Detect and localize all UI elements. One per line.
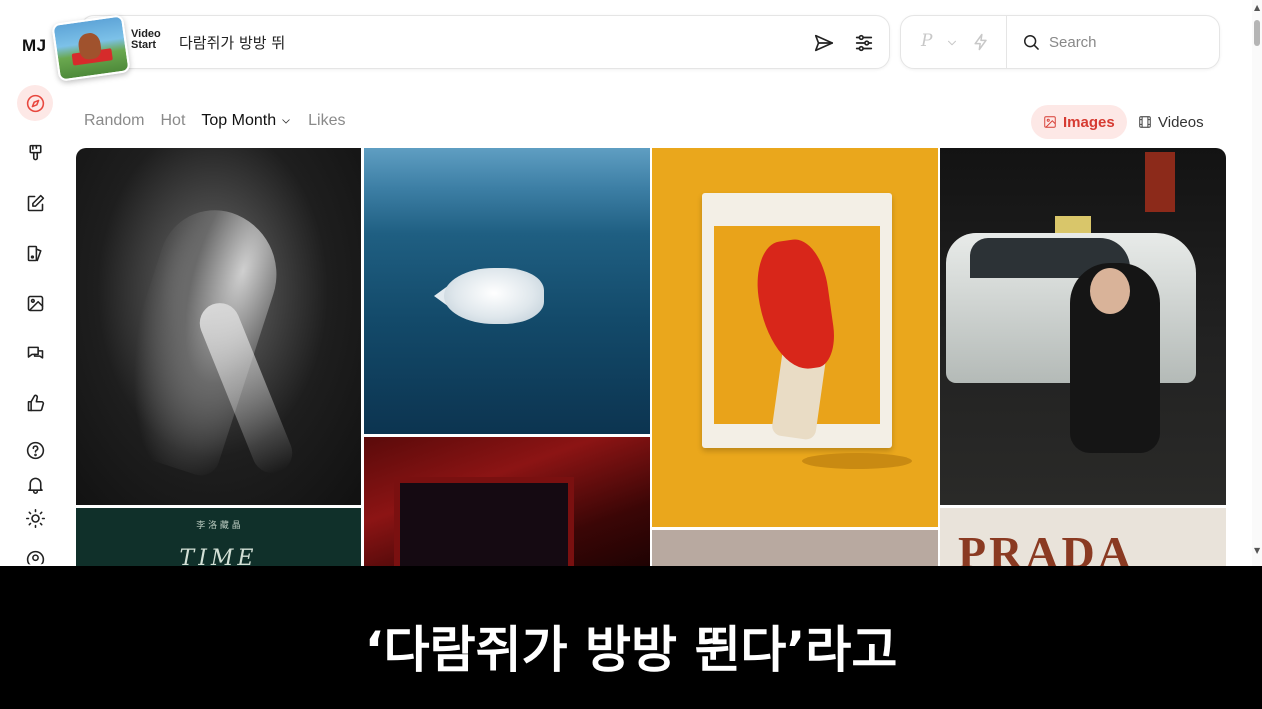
thumbs-up-icon bbox=[27, 394, 44, 411]
sidebar-item-likes[interactable] bbox=[17, 385, 53, 421]
model-dropdown[interactable] bbox=[945, 35, 959, 49]
sidebar-item-notifications[interactable] bbox=[17, 466, 53, 502]
submit-button[interactable] bbox=[811, 30, 837, 56]
images-toggle[interactable]: Images bbox=[1031, 105, 1127, 139]
chevron-down-icon bbox=[282, 119, 290, 124]
profile-icon bbox=[26, 550, 44, 565]
tab-top-month[interactable]: Top Month bbox=[201, 112, 292, 130]
compass-icon bbox=[26, 94, 44, 112]
palette-icon bbox=[27, 245, 42, 261]
gallery-tile-red-hood-walker[interactable] bbox=[652, 148, 938, 527]
search-input[interactable] bbox=[1049, 30, 1209, 54]
red-room-window bbox=[394, 477, 574, 566]
tab-likes-label: Likes bbox=[308, 112, 346, 129]
scrollbar-track[interactable] bbox=[1252, 0, 1262, 566]
gallery-tile-plastic-fish[interactable] bbox=[364, 148, 650, 434]
chevron-down-icon bbox=[947, 40, 957, 46]
search-group: P bbox=[900, 15, 1220, 69]
tab-hot[interactable]: Hot bbox=[160, 112, 185, 130]
video-start-label[interactable]: Video Start bbox=[131, 29, 161, 51]
send-icon bbox=[814, 34, 834, 52]
gallery-tile-partial[interactable] bbox=[652, 530, 938, 566]
prompt-input[interactable]: 다람쥐가 방방 뛰 bbox=[179, 32, 285, 53]
search-divider bbox=[1006, 16, 1007, 68]
sidebar-item-edit[interactable] bbox=[17, 185, 53, 221]
time-poster-title: TIME bbox=[179, 546, 258, 566]
tab-top-month-label: Top Month bbox=[201, 112, 277, 129]
chat-icon bbox=[27, 346, 43, 359]
fish-body bbox=[444, 268, 544, 324]
videos-toggle[interactable]: Videos bbox=[1126, 105, 1216, 139]
sidebar-item-help[interactable] bbox=[17, 432, 53, 468]
prada-text: PRADA bbox=[958, 527, 1134, 566]
gallery-tile-night-car[interactable] bbox=[940, 148, 1226, 505]
app-logo[interactable]: MJ bbox=[22, 36, 47, 56]
images-toggle-label: Images bbox=[1063, 113, 1115, 131]
edit-icon bbox=[27, 194, 44, 211]
search-icon-wrap bbox=[1021, 32, 1041, 52]
video-start-line2: Start bbox=[131, 39, 157, 51]
feed-filter-tabs: Random Hot Top Month Likes bbox=[84, 112, 361, 130]
lightning-icon bbox=[974, 33, 987, 51]
scroll-up-arrow[interactable]: ▲ bbox=[1254, 3, 1260, 12]
tab-random[interactable]: Random bbox=[84, 112, 144, 130]
sidebar-item-organize[interactable] bbox=[17, 285, 53, 321]
time-poster-small-text: 李 洛 藏 晶 bbox=[196, 521, 241, 531]
model-selector[interactable]: P bbox=[921, 31, 932, 51]
gallery-tile-prada[interactable]: PRADA bbox=[940, 508, 1226, 566]
scroll-down-arrow[interactable]: ▼ bbox=[1254, 546, 1260, 555]
image-icon bbox=[1044, 116, 1056, 128]
image-gallery: 李 洛 藏 晶 TIME PRADA bbox=[76, 148, 1226, 566]
image-icon bbox=[27, 295, 43, 311]
search-icon bbox=[1024, 35, 1039, 50]
sidebar-item-create[interactable] bbox=[17, 135, 53, 171]
settings-button[interactable] bbox=[851, 30, 877, 56]
sidebar-item-theme[interactable] bbox=[17, 500, 53, 536]
tab-random-label: Random bbox=[84, 112, 145, 129]
walker-shadow bbox=[802, 453, 912, 469]
prompt-bar: Video Start 다람쥐가 방방 뛰 bbox=[51, 14, 890, 82]
video-start-thumbnail[interactable] bbox=[51, 14, 131, 82]
help-icon bbox=[26, 441, 44, 459]
scrollbar-thumb[interactable] bbox=[1254, 20, 1260, 46]
bell-icon bbox=[27, 477, 43, 494]
sun-icon bbox=[25, 508, 45, 528]
tab-likes[interactable]: Likes bbox=[308, 112, 345, 130]
videos-toggle-label: Videos bbox=[1158, 113, 1204, 131]
sidebar-item-profile[interactable] bbox=[17, 543, 53, 565]
gallery-tile-red-room[interactable] bbox=[364, 437, 650, 566]
video-subtitle: ‘다람쥐가 방방 뛴다’라고 bbox=[364, 621, 898, 679]
tab-hot-label: Hot bbox=[160, 112, 186, 129]
sliders-icon bbox=[855, 34, 873, 52]
gallery-tile-time-poster[interactable]: 李 洛 藏 晶 TIME bbox=[76, 508, 361, 566]
sidebar-item-explore[interactable] bbox=[17, 85, 53, 121]
sidebar-item-personalize[interactable] bbox=[17, 235, 53, 271]
person-face bbox=[1090, 268, 1130, 314]
paintbrush-icon bbox=[28, 144, 42, 160]
film-icon bbox=[1139, 116, 1151, 128]
neon-sign bbox=[1145, 152, 1175, 212]
sidebar-item-chat[interactable] bbox=[17, 335, 53, 371]
gallery-tile-grain-figure[interactable] bbox=[76, 148, 361, 505]
speed-toggle[interactable] bbox=[971, 32, 991, 52]
